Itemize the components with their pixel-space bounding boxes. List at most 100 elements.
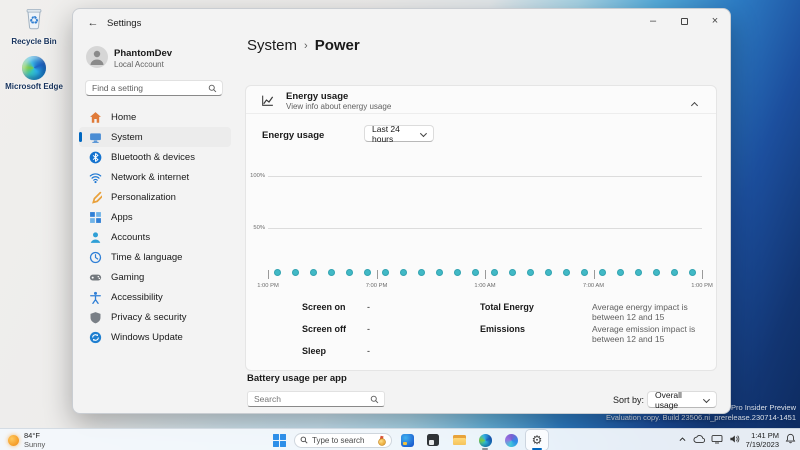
apps-grid-icon — [89, 211, 102, 224]
sidebar-item-apps[interactable]: Apps — [79, 207, 231, 227]
time-range-value: Last 24 hours — [372, 123, 400, 144]
stat-screen-off-label: Screen off — [302, 324, 347, 334]
chart-x-tick-label: 1:00 AM — [474, 283, 496, 289]
sidebar-item-windows-update[interactable]: Windows Update — [79, 327, 231, 347]
clock-icon — [89, 251, 102, 264]
chart-x-tick-label: 1:00 PM — [691, 283, 713, 289]
task-view-button[interactable] — [422, 430, 444, 450]
sidebar-item-gaming[interactable]: Gaming — [79, 267, 231, 287]
energy-usage-row-label: Energy usage — [262, 130, 325, 141]
sidebar-item-time-language[interactable]: Time & language — [79, 247, 231, 267]
watermark-line2: Evaluation copy. Build 23506.ni_prerelea… — [605, 413, 796, 422]
chart-dot — [291, 269, 299, 277]
tray-date: 7/19/2023 — [745, 440, 779, 449]
notification-bell-button[interactable] — [785, 431, 796, 449]
sidebar-item-accessibility[interactable]: Accessibility — [79, 287, 231, 307]
minimize-button[interactable]: – — [638, 9, 668, 33]
energy-usage-expander[interactable]: Energy usage View info about energy usag… — [246, 86, 716, 114]
svg-text:♻: ♻ — [29, 15, 39, 27]
cast-tray-button[interactable] — [711, 431, 723, 449]
start-button[interactable] — [268, 430, 290, 450]
chart-dot — [363, 269, 371, 277]
pinned-app-button[interactable] — [396, 430, 418, 450]
game-controller-icon — [89, 271, 102, 284]
chart-dot — [562, 269, 570, 277]
breadcrumb-separator: › — [304, 40, 308, 52]
back-button[interactable]: ← — [85, 15, 101, 31]
sort-dropdown[interactable]: Overall usage — [647, 389, 717, 410]
sidebar-item-bluetooth-devices[interactable]: Bluetooth & devices — [79, 147, 231, 167]
titlebar[interactable]: ← Settings – × — [73, 9, 730, 37]
settings-search-input[interactable] — [92, 82, 202, 94]
onedrive-tray-button[interactable] — [693, 431, 705, 449]
taskbar: 84°F Sunny Type to search ⚙ 1:41 PM 7/19… — [0, 428, 800, 450]
app-search-box[interactable] — [247, 391, 385, 407]
windows-logo-icon — [272, 433, 286, 447]
chart-dot — [599, 269, 607, 277]
chart-dot — [689, 269, 697, 277]
chart-dot — [309, 269, 317, 277]
page-title: Power — [314, 37, 360, 54]
chart-dot — [400, 269, 408, 277]
search-icon — [300, 436, 308, 444]
gear-icon: ⚙ — [531, 433, 543, 447]
sidebar-item-system[interactable]: System — [79, 127, 231, 147]
settings-taskbar-button[interactable]: ⚙ — [526, 430, 548, 450]
chart-gridline — [268, 176, 702, 177]
maximize-button[interactable] — [669, 9, 699, 33]
edge-desktop-label: Microsoft Edge — [5, 82, 63, 91]
chart-dot — [635, 269, 643, 277]
file-explorer-button[interactable] — [448, 430, 470, 450]
chart-dot — [526, 269, 534, 277]
recycle-bin-icon: ♻ — [4, 6, 64, 35]
time-range-dropdown[interactable]: Last 24 hours — [364, 123, 434, 144]
volume-tray-button[interactable] — [729, 431, 740, 449]
edge-desktop-shortcut[interactable]: Microsoft Edge — [4, 56, 64, 91]
taskbar-search-placeholder: Type to search — [312, 435, 365, 445]
chart-x-tick-label: 1:00 PM — [257, 283, 279, 289]
card-subtitle: View info about energy usage — [286, 102, 392, 111]
settings-search-box[interactable] — [85, 80, 223, 96]
app-search-input[interactable] — [254, 393, 364, 405]
user-account-type: Local Account — [114, 60, 164, 69]
microsoft-edge-icon — [22, 56, 46, 80]
energy-chart-plot: 100% 50% 1:00 PM 7:00 PM 1:00 AM 7:00 AM 1:00 … — [250, 173, 713, 290]
tray-clock[interactable]: 1:41 PM 7/19/2023 — [746, 431, 779, 449]
desktop-wallpaper: ♻ Recycle Bin Microsoft Edge Windows 11 … — [0, 0, 800, 450]
sidebar-item-privacy-security[interactable]: Privacy & security — [79, 307, 231, 327]
chart-dot — [580, 269, 588, 277]
sidebar-item-network-internet[interactable]: Network & internet — [79, 167, 231, 187]
bell-icon — [785, 433, 796, 444]
stat-screen-on-value: - — [367, 302, 370, 312]
edge-button[interactable] — [474, 430, 496, 450]
tray-chevron-button[interactable] — [678, 431, 687, 449]
recycle-bin-shortcut[interactable]: ♻ Recycle Bin — [4, 6, 64, 46]
search-icon — [370, 395, 379, 404]
wifi-icon — [89, 171, 102, 184]
weather-widget[interactable]: 84°F Sunny — [8, 431, 45, 449]
sidebar-nav: Home System Bluetooth & devices Network … — [79, 107, 231, 347]
maximize-icon — [680, 17, 688, 25]
settings-window: ← Settings – × PhantomDev Local Account — [72, 8, 731, 414]
sidebar-item-home[interactable]: Home — [79, 107, 231, 127]
breadcrumb: System › Power — [247, 37, 360, 54]
chart-dot — [418, 269, 426, 277]
stat-screen-on-label: Screen on — [302, 302, 346, 312]
stat-emissions-value: Average emission impact is between 12 an… — [592, 324, 696, 344]
sort-value: Overall usage — [655, 389, 682, 410]
user-avatar[interactable] — [86, 46, 108, 68]
cloud-icon — [693, 435, 705, 443]
chart-y-tick-label: 50% — [253, 224, 265, 231]
chart-dot — [671, 269, 679, 277]
search-icon — [208, 84, 217, 93]
speaker-icon — [730, 435, 739, 443]
sidebar-item-personalization[interactable]: Personalization — [79, 187, 231, 207]
sidebar-item-accounts[interactable]: Accounts — [79, 227, 231, 247]
chart-dot — [345, 269, 353, 277]
close-button[interactable]: × — [700, 9, 730, 33]
copilot-button[interactable] — [500, 430, 522, 450]
breadcrumb-system[interactable]: System — [247, 37, 297, 54]
home-icon — [89, 111, 102, 124]
taskbar-search[interactable]: Type to search — [294, 432, 392, 448]
chevron-up-icon[interactable] — [690, 95, 704, 110]
